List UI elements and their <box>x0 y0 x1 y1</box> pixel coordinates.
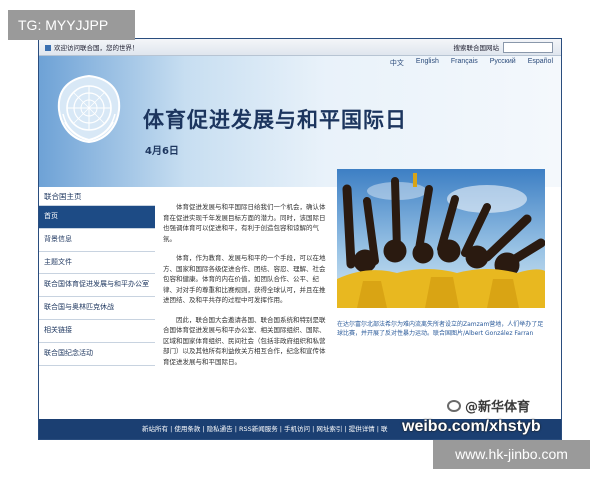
site-search-label: 搜索联合国网站 <box>453 44 500 52</box>
lang-russian-link[interactable]: Русский <box>490 58 516 68</box>
left-navigation: 联合国主页 首页 背景信息 主题文件 联合国体育促进发展与和平办公室 联合国与奥… <box>39 187 155 419</box>
website-watermark-badge: www.hk-jinbo.com <box>433 440 590 469</box>
sidebar-item-sport-office[interactable]: 联合国体育促进发展与和平办公室 <box>39 274 155 298</box>
photo-caption: 在达尔富尔北部法希尔为难内流离失所者设立的Zamzam营地，人们举办了足球比赛，… <box>337 321 544 338</box>
language-switcher: 中文 English Français Русский Español <box>390 58 553 68</box>
event-date: 4月6日 <box>145 146 179 157</box>
main-article: 体育促进发展与和平国际日给我们一个机会，确认体育在促进实现千年发展目标方面的潜力… <box>163 202 329 376</box>
un-emblem-icon <box>57 74 121 144</box>
un-webpage-window: 欢迎访问联合国，您的世界！ 搜索联合国网站 中文 English Françai… <box>38 38 562 440</box>
darfur-football-photo <box>337 169 545 308</box>
top-utility-bar: 欢迎访问联合国，您的世界！ 搜索联合国网站 <box>39 39 561 56</box>
sidebar-item-home[interactable]: 首页 <box>39 206 155 229</box>
page-title: 体育促进发展与和平国际日 <box>143 108 407 132</box>
article-paragraph: 因此，联合国大会邀请各国、联合国系统和特别是联合国体育促进发展与和平办公室、相关… <box>163 315 326 366</box>
lang-chinese-link[interactable]: 中文 <box>390 58 404 68</box>
sidebar-item-olympic-truce[interactable]: 联合国与奥林匹克休战 <box>39 297 155 320</box>
sidebar-item-related-links[interactable]: 相关链接 <box>39 320 155 343</box>
lang-english-link[interactable]: English <box>416 58 439 68</box>
welcome-text: 欢迎访问联合国，您的世界！ <box>45 42 139 52</box>
sidebar-item-observances[interactable]: 联合国纪念活动 <box>39 343 155 366</box>
telegram-watermark-badge: TG: MYYJJPP <box>8 10 135 40</box>
sidebar-item-un-home[interactable]: 联合国主页 <box>39 187 155 206</box>
weibo-url-watermark: weibo.com/xhstyb <box>402 418 541 435</box>
page-header-banner: 中文 English Français Русский Español 体育促进… <box>39 56 561 187</box>
welcome-label: 欢迎访问联合国，您的世界！ <box>54 44 139 52</box>
lang-spanish-link[interactable]: Español <box>528 58 553 68</box>
weibo-logo-icon <box>447 400 461 412</box>
sidebar-item-documents[interactable]: 主题文件 <box>39 252 155 275</box>
site-search-input[interactable] <box>503 42 553 53</box>
weibo-account-watermark: @新华体育 <box>447 396 530 415</box>
article-paragraph: 体育，作为教育、发展与和平的一个手段，可以在地方、国家和国际各级促进合作、团结、… <box>163 254 326 305</box>
sidebar-item-background[interactable]: 背景信息 <box>39 229 155 252</box>
un-flag-icon <box>45 45 51 51</box>
weibo-account-name: @新华体育 <box>465 400 531 415</box>
lang-french-link[interactable]: Français <box>451 58 478 68</box>
article-paragraph: 体育促进发展与和平国际日给我们一个机会，确认体育在促进实现千年发展目标方面的潜力… <box>163 203 326 243</box>
